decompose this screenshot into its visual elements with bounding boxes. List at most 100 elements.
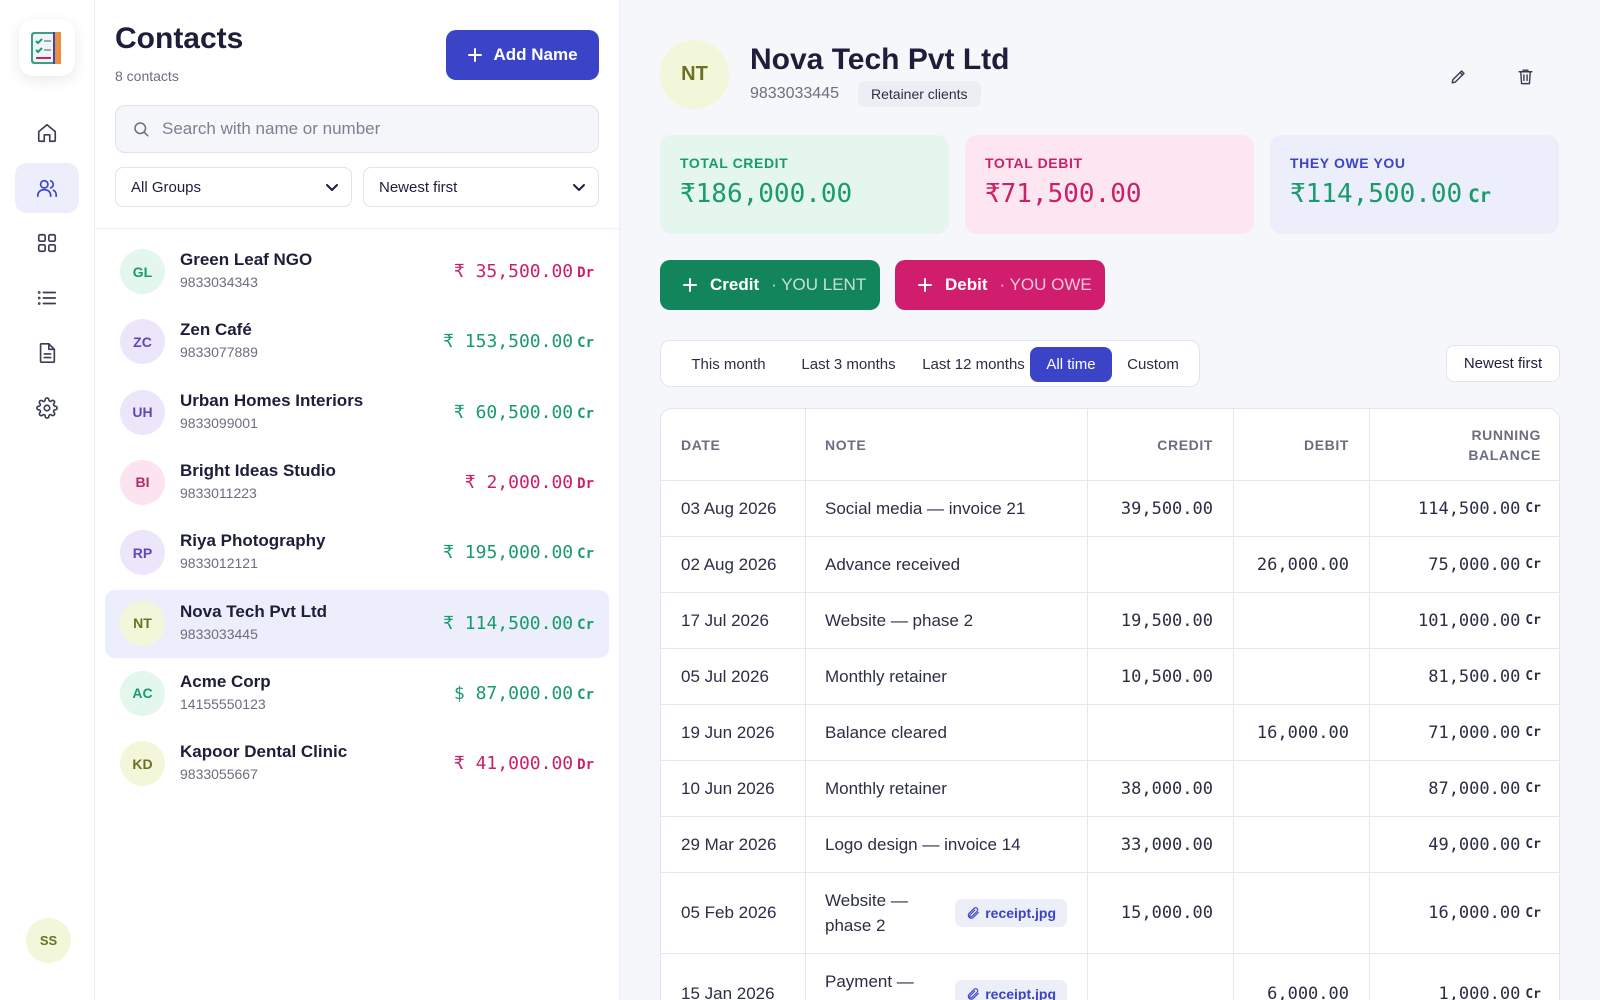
contact-avatar: RP xyxy=(120,530,165,576)
contact-row[interactable]: KD Kapoor Dental Clinic 9833055667 ₹ 41,000… xyxy=(105,730,609,798)
add-debit-button[interactable]: Debit · YOU OWE xyxy=(895,260,1105,310)
nav-contacts[interactable] xyxy=(15,163,79,213)
table-row[interactable]: 17 Jul 2026 Website — phase 2 19,500.00 101… xyxy=(661,593,1559,649)
amount: 35,500.00 xyxy=(475,261,574,282)
amount: 60,500.00 xyxy=(475,401,574,423)
amount: 2,000.00 xyxy=(486,471,574,493)
amount: 1,000.00 xyxy=(1438,984,1521,1000)
currency-symbol: ₹ xyxy=(453,401,476,423)
amount: 101,000.00 xyxy=(1417,610,1521,631)
cell-note: Monthly retainer xyxy=(825,761,1087,816)
note-text: Balance cleared xyxy=(825,723,947,742)
amount: 16,000.00 xyxy=(1428,903,1521,923)
cell-date: 19 Jun 2026 xyxy=(681,722,775,742)
group-filter-select[interactable]: All Groups xyxy=(115,167,352,207)
contact-phone: 9833034343 xyxy=(180,274,258,290)
cell-date: 05 Jul 2026 xyxy=(681,666,769,686)
table-row[interactable]: 15 Jan 2026 Payment — received receipt.jpg… xyxy=(661,954,1559,1000)
amount: 114,500.00 xyxy=(1305,179,1463,209)
add-name-button[interactable]: Add Name xyxy=(446,30,599,80)
note-text: Logo design — invoice 14 xyxy=(825,835,1021,854)
table-row[interactable]: 19 Jun 2026 Balance cleared 16,000.00 71,00… xyxy=(661,705,1559,761)
cell-date: 17 Jul 2026 xyxy=(681,610,769,630)
contact-avatar: KD xyxy=(120,741,165,787)
nav-documents[interactable] xyxy=(15,328,79,378)
contact-name: Kapoor Dental Clinic xyxy=(180,742,348,762)
detail-avatar: NT xyxy=(660,40,729,109)
table-row[interactable]: 05 Jul 2026 Monthly retainer 10,500.00 81,5… xyxy=(661,649,1559,705)
they-owe-you-label: THEY OWE YOU xyxy=(1290,155,1406,171)
tab-all-time[interactable]: All time xyxy=(1030,347,1112,382)
nav-dashboard[interactable] xyxy=(15,218,79,268)
ledger-sort-button[interactable]: Newest first xyxy=(1446,345,1560,382)
nav-settings[interactable] xyxy=(15,383,79,433)
add-credit-button[interactable]: Credit · YOU LENT xyxy=(660,260,880,310)
amount: 195,000.00 xyxy=(464,542,574,564)
contact-name: Green Leaf NGO xyxy=(180,250,313,269)
debit-button-label: Debit xyxy=(945,275,988,294)
attachment-chip[interactable]: receipt.jpg xyxy=(955,899,1067,927)
amount: 71,000.00 xyxy=(1428,722,1521,743)
cell-note: Logo design — invoice 14 xyxy=(825,817,1087,872)
plus-icon xyxy=(918,278,932,292)
contact-row[interactable]: GL Green Leaf NGO 9833034343 ₹ 35,500.00 Dr xyxy=(105,238,609,306)
table-row[interactable]: 02 Aug 2026 Advance received 26,000.00 75,0… xyxy=(661,537,1559,593)
tab-last-12-months[interactable]: Last 12 months xyxy=(911,347,1036,382)
edit-contact-button[interactable] xyxy=(1442,60,1474,92)
cell-running-balance: 87,000.00 Cr xyxy=(1369,761,1541,816)
currency-symbol: ₹ xyxy=(453,261,476,282)
contact-row[interactable]: ZC Zen Café 9833077889 ₹ 153,500.00 Cr xyxy=(105,308,609,376)
delete-contact-button[interactable] xyxy=(1509,60,1541,92)
search-input[interactable] xyxy=(162,119,562,139)
tab-last-3-months[interactable]: Last 3 months xyxy=(786,347,911,382)
contact-row[interactable]: RP Riya Photography 9833012121 ₹ 195,000.00… xyxy=(105,519,609,587)
cell-note: Social media — invoice 21 xyxy=(825,481,1087,536)
table-row[interactable]: 03 Aug 2026 Social media — invoice 21 39,5… xyxy=(661,481,1559,537)
column-header-note: NOTE xyxy=(825,436,867,453)
amount: 87,000.00 xyxy=(1428,778,1521,799)
table-row[interactable]: 10 Jun 2026 Monthly retainer 38,000.00 87,0… xyxy=(661,761,1559,817)
note-text: Payment — received xyxy=(825,972,914,1000)
cell-note: Payment — received receipt.jpg xyxy=(825,954,1087,1000)
paperclip-icon xyxy=(967,907,980,919)
user-avatar[interactable]: SS xyxy=(26,918,71,963)
cr-tag: Cr xyxy=(1525,557,1541,572)
cell-date: 29 Mar 2026 xyxy=(681,834,777,854)
plus-icon xyxy=(683,278,697,292)
home-icon xyxy=(37,123,57,143)
total-credit-card: TOTAL CREDIT ₹186,000.00 xyxy=(660,135,949,234)
amount: 87,000.00 xyxy=(475,682,574,704)
table-row[interactable]: 05 Feb 2026 Website — phase 2 receipt.jpg 1… xyxy=(661,873,1559,954)
cell-debit xyxy=(1233,481,1349,536)
attachment-name: receipt.jpg xyxy=(985,986,1056,1000)
contact-balance: $ 87,000.00 Cr xyxy=(454,683,594,704)
app-logo[interactable] xyxy=(19,20,75,76)
contact-row[interactable]: NT Nova Tech Pvt Ltd 9833033445 ₹ 114,500.0… xyxy=(105,589,609,658)
contact-phone: 9833077889 xyxy=(180,344,258,361)
tab-custom[interactable]: Custom xyxy=(1113,347,1193,382)
amount: 75,000.00 xyxy=(1428,554,1521,575)
contact-row[interactable]: UH Urban Homes Interiors 9833099001 ₹ 60,50… xyxy=(105,379,609,447)
credit-button-label: Credit xyxy=(710,275,760,294)
table-row[interactable]: 29 Mar 2026 Logo design — invoice 14 33,00… xyxy=(661,817,1559,873)
attachment-name: receipt.jpg xyxy=(985,905,1056,921)
contact-name: Zen Café xyxy=(180,320,252,340)
contact-row[interactable]: BI Bright Ideas Studio 9833011223 ₹ 2,000.0… xyxy=(105,449,609,517)
nav-list[interactable] xyxy=(15,273,79,323)
cell-date: 05 Feb 2026 xyxy=(681,903,777,922)
attachment-chip[interactable]: receipt.jpg xyxy=(955,980,1067,1000)
they-owe-you-value: ₹114,500.00 Cr xyxy=(1290,179,1539,209)
note-text: Monthly retainer xyxy=(825,667,947,686)
contact-phone: 9833012121 xyxy=(180,555,258,572)
contact-row[interactable]: AC Acme Corp 14155550123 $ 87,000.00 Cr xyxy=(105,660,609,728)
chevron-down-icon xyxy=(573,184,585,191)
contacts-sort-select[interactable]: Newest first xyxy=(363,167,599,207)
cell-note: Website — phase 2 receipt.jpg xyxy=(825,873,1087,953)
cell-date: 15 Jan 2026 xyxy=(681,984,775,1000)
nav-home[interactable] xyxy=(15,108,79,158)
tab-this-month[interactable]: This month xyxy=(671,347,786,382)
currency-symbol: ₹ xyxy=(443,612,465,634)
cell-running-balance: 75,000.00 Cr xyxy=(1369,537,1541,592)
amount: 81,500.00 xyxy=(1428,666,1521,687)
column-header-line: BALANCE xyxy=(1468,446,1541,463)
